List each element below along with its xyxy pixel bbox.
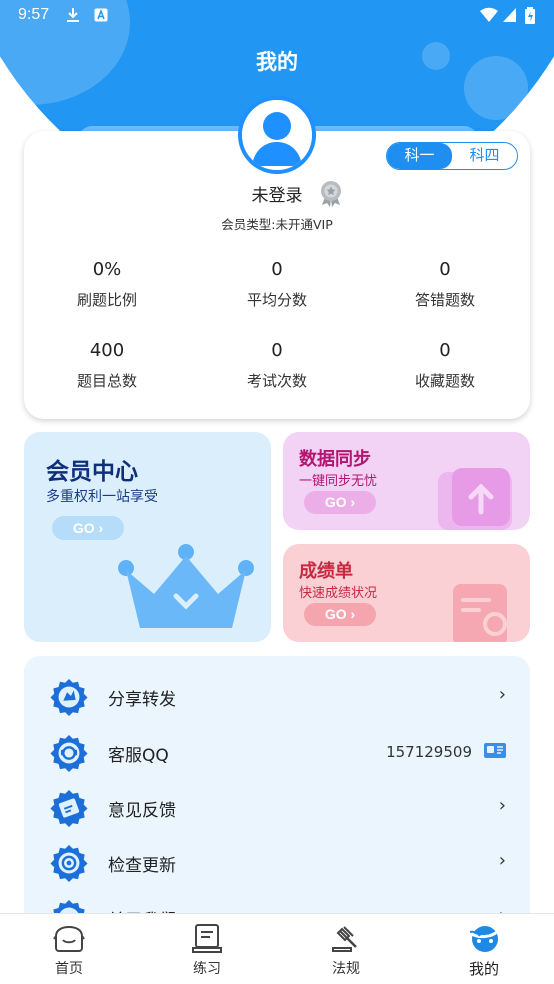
settings-menu: 分享转发 › 客服QQ 157129509 意见反馈 › 检查更新 › bbox=[24, 656, 530, 956]
member-center-subtitle: 多重权利一站享受 bbox=[46, 489, 158, 505]
stat-total-questions: 400 题目总数 bbox=[37, 340, 177, 391]
medal-icon bbox=[321, 181, 341, 207]
nav-item-practice[interactable]: 练习 bbox=[138, 914, 276, 984]
data-sync-title: 数据同步 bbox=[299, 449, 371, 470]
tab-subject-one[interactable]: 科一 bbox=[387, 143, 452, 169]
tab-subject-four[interactable]: 科四 bbox=[452, 143, 517, 169]
go-label: GO bbox=[324, 494, 347, 510]
avatar[interactable] bbox=[238, 96, 316, 174]
report-go-button[interactable]: GO › bbox=[304, 603, 376, 626]
stat-label: 平均分数 bbox=[246, 291, 307, 309]
stat-value: 0 bbox=[271, 340, 283, 361]
home-icon bbox=[53, 925, 85, 952]
menu-label: 检查更新 bbox=[108, 856, 176, 876]
update-icon bbox=[50, 844, 88, 882]
signal-icon bbox=[503, 8, 516, 22]
stat-value: 0 bbox=[439, 259, 451, 280]
qq-number[interactable]: 157129509 bbox=[386, 743, 472, 761]
membership-type: 会员类型:未开通VIP bbox=[221, 217, 333, 232]
stat-label: 题目总数 bbox=[76, 372, 137, 390]
page-title: 我的 bbox=[256, 50, 298, 74]
customer-service-icon bbox=[50, 734, 88, 772]
law-icon bbox=[332, 926, 357, 952]
profile-card: 科一 科四 未登录 会员类型:未开通VIP 0% 刷题比例 0 平均分数 0 答… bbox=[24, 131, 530, 419]
stat-practice-ratio: 0% 刷题比例 bbox=[37, 259, 177, 310]
profile-icon bbox=[469, 926, 501, 952]
stat-average-score: 0 平均分数 bbox=[207, 259, 347, 310]
stat-label: 刷题比例 bbox=[76, 291, 137, 309]
practice-icon bbox=[192, 924, 222, 953]
stat-label: 考试次数 bbox=[246, 372, 307, 390]
stat-favorite-count[interactable]: 0 收藏题数 bbox=[375, 340, 515, 391]
wifi-icon bbox=[480, 7, 498, 23]
nav-label: 练习 bbox=[193, 961, 221, 977]
data-sync-subtitle: 一键同步无忧 bbox=[299, 474, 378, 489]
stat-value: 0 bbox=[439, 340, 451, 361]
feedback-icon bbox=[50, 789, 88, 827]
sync-upload-icon bbox=[438, 468, 512, 530]
crown-icon bbox=[118, 544, 254, 628]
stat-value: 0 bbox=[271, 259, 283, 280]
nav-item-law[interactable]: 法规 bbox=[277, 914, 415, 984]
report-subtitle: 快速成绩状况 bbox=[299, 586, 378, 601]
chevron-right-icon: › bbox=[498, 795, 506, 816]
menu-label: 分享转发 bbox=[108, 690, 176, 710]
nav-label: 首页 bbox=[55, 961, 83, 977]
stat-label: 收藏题数 bbox=[414, 372, 475, 390]
battery-icon bbox=[525, 7, 535, 24]
status-time: 9:57 bbox=[18, 6, 50, 23]
app-notification-icon bbox=[94, 8, 108, 22]
report-title: 成绩单 bbox=[299, 561, 353, 582]
menu-label: 客服QQ bbox=[108, 746, 169, 766]
share-icon bbox=[50, 678, 88, 716]
menu-item-share[interactable]: 分享转发 › bbox=[24, 670, 530, 726]
member-center-title: 会员中心 bbox=[46, 459, 138, 485]
sync-go-button[interactable]: GO › bbox=[304, 491, 376, 514]
stat-value: 400 bbox=[89, 340, 125, 361]
stat-exam-count: 0 考试次数 bbox=[207, 340, 347, 391]
status-bar: 9:57 bbox=[0, 0, 554, 30]
menu-item-check-update[interactable]: 检查更新 › bbox=[24, 836, 530, 892]
report-card[interactable]: 成绩单 快速成绩状况 GO › bbox=[283, 544, 530, 642]
contact-card-icon[interactable] bbox=[484, 742, 506, 760]
menu-item-customer-qq[interactable]: 客服QQ 157129509 bbox=[24, 726, 530, 782]
nav-item-home[interactable]: 首页 bbox=[0, 914, 138, 984]
chevron-right-icon: › bbox=[498, 850, 506, 871]
certificate-icon bbox=[453, 584, 507, 642]
chevron-right-icon: › bbox=[498, 684, 506, 705]
stat-value: 0% bbox=[92, 259, 122, 280]
subject-switch[interactable]: 科一 科四 bbox=[386, 142, 518, 170]
download-icon bbox=[67, 8, 79, 22]
menu-item-feedback[interactable]: 意见反馈 › bbox=[24, 781, 530, 837]
member-go-button[interactable]: GO › bbox=[52, 516, 124, 540]
menu-label: 意见反馈 bbox=[108, 801, 176, 821]
nav-label: 法规 bbox=[332, 961, 360, 977]
stat-label: 答错题数 bbox=[414, 291, 475, 309]
bottom-navigation: 首页 练习 法规 我的 bbox=[0, 913, 554, 984]
nav-item-profile[interactable]: 我的 bbox=[415, 914, 553, 984]
member-center-card[interactable]: 会员中心 多重权利一站享受 GO › bbox=[24, 432, 271, 642]
data-sync-card[interactable]: 数据同步 一键同步无忧 GO › bbox=[283, 432, 530, 530]
username[interactable]: 未登录 bbox=[24, 181, 530, 206]
nav-label: 我的 bbox=[468, 960, 499, 978]
go-label: GO bbox=[72, 520, 95, 536]
go-label: GO bbox=[324, 606, 347, 622]
user-avatar-icon bbox=[242, 100, 312, 170]
stat-wrong-count[interactable]: 0 答错题数 bbox=[375, 259, 515, 310]
